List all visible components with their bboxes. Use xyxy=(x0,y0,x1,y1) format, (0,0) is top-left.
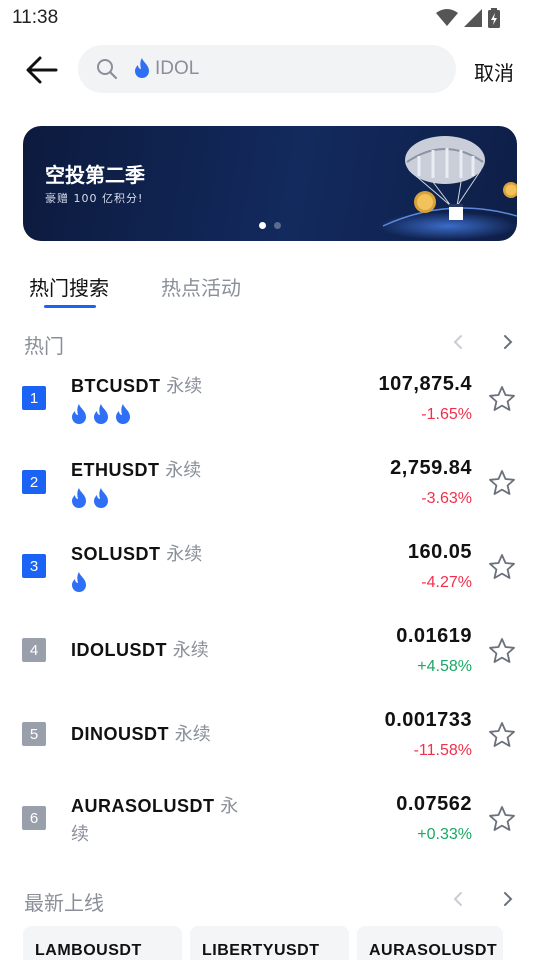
heat-flames xyxy=(71,488,109,508)
fire-icon xyxy=(72,572,86,592)
hot-next-button[interactable] xyxy=(498,332,518,352)
banner-dot[interactable] xyxy=(274,222,281,229)
last-price: 0.01619 xyxy=(396,625,472,647)
wifi-icon xyxy=(436,9,458,26)
pair-symbol: BTCUSDT xyxy=(71,376,161,396)
new-listings-row: LAMBOUSDT LIBERTYUSDT AURASOLUSDT xyxy=(23,926,503,960)
search-input[interactable] xyxy=(155,45,435,93)
banner-pagination xyxy=(259,222,281,229)
hot-nav-arrows xyxy=(448,332,518,352)
tab-active-indicator xyxy=(44,305,96,308)
star-icon[interactable] xyxy=(488,385,516,413)
pair-symbol: AURASOLUSDT xyxy=(71,796,215,816)
star-icon[interactable] xyxy=(488,553,516,581)
new-listing-card[interactable]: LIBERTYUSDT xyxy=(190,926,349,960)
last-price: 107,875.4 xyxy=(378,373,472,395)
rank-badge: 6 xyxy=(22,806,46,830)
pair-name: ETHUSDT 永续 xyxy=(71,456,261,485)
banner-title: 空投第二季 xyxy=(45,163,145,187)
last-price: 0.001733 xyxy=(384,709,472,731)
pair-symbol: IDOLUSDT xyxy=(71,640,167,660)
list-item[interactable]: 5 DINOUSDT 永续 0.001733 -11.58% xyxy=(0,692,540,776)
pair-name: DINOUSDT 永续 xyxy=(71,720,261,749)
pair-symbol: DINOUSDT xyxy=(71,724,169,744)
pair-name: SOLUSDT 永续 xyxy=(71,540,261,569)
cancel-button[interactable]: 取消 xyxy=(474,57,514,86)
new-listings-nav-arrows xyxy=(448,889,518,909)
back-button[interactable] xyxy=(22,50,62,90)
heat-flames xyxy=(71,404,131,424)
signal-icon xyxy=(464,9,482,27)
list-item[interactable]: 1 BTCUSDT 永续 107,875.4 -1.65% xyxy=(0,356,540,440)
list-item[interactable]: 2 ETHUSDT 永续 2,759.84 -3.63% xyxy=(0,440,540,524)
rank-badge: 1 xyxy=(22,386,46,410)
new-listing-card[interactable]: LAMBOUSDT xyxy=(23,926,182,960)
new-listings-title: 最新上线 xyxy=(24,891,104,915)
tab-hot-events[interactable]: 热点活动 xyxy=(161,272,241,301)
chevron-right-icon xyxy=(504,892,513,906)
new-listings-prev-button[interactable] xyxy=(448,889,468,909)
chevron-left-icon xyxy=(453,892,462,906)
star-icon[interactable] xyxy=(488,721,516,749)
star-icon[interactable] xyxy=(488,637,516,665)
fire-icon xyxy=(116,404,130,424)
last-price: 0.07562 xyxy=(396,793,472,815)
price-change: -11.58% xyxy=(413,742,472,759)
star-icon[interactable] xyxy=(488,805,516,833)
search-icon xyxy=(97,59,118,80)
fire-icon xyxy=(94,404,108,424)
rank-badge: 5 xyxy=(22,722,46,746)
fire-icon xyxy=(94,488,108,508)
list-item[interactable]: 3 SOLUSDT 永续 160.05 -4.27% xyxy=(0,524,540,608)
chevron-right-icon xyxy=(504,335,513,349)
star-icon[interactable] xyxy=(488,469,516,497)
new-listing-card[interactable]: AURASOLUSDT xyxy=(357,926,503,960)
fire-icon xyxy=(72,404,86,424)
pair-type: 永续 xyxy=(172,640,209,661)
list-item[interactable]: 4 IDOLUSDT 永续 0.01619 +4.58% xyxy=(0,608,540,692)
price-change: -1.65% xyxy=(421,406,472,423)
rank-badge: 2 xyxy=(22,470,46,494)
pair-type: 永续 xyxy=(166,544,203,565)
pair-type: 永续 xyxy=(165,460,202,481)
airdrop-illustration xyxy=(378,136,517,240)
pair-name: BTCUSDT 永续 xyxy=(71,372,261,401)
new-listings-next-button[interactable] xyxy=(498,889,518,909)
price-change: -4.27% xyxy=(421,574,472,591)
fire-icon xyxy=(135,58,149,78)
price-change: +4.58% xyxy=(417,658,472,675)
hot-section-title: 热门 xyxy=(24,334,64,358)
pair-type: 永续 xyxy=(166,376,203,397)
battery-icon xyxy=(488,8,500,28)
pair-name: AURASOLUSDT 永续 xyxy=(71,792,251,849)
status-time: 11:38 xyxy=(12,7,59,28)
pair-name: IDOLUSDT 永续 xyxy=(71,636,261,665)
chevron-left-icon xyxy=(453,335,462,349)
pair-symbol: ETHUSDT xyxy=(71,460,160,480)
hot-prev-button[interactable] xyxy=(448,332,468,352)
status-icons xyxy=(436,8,500,28)
list-item[interactable]: 6 AURASOLUSDT 永续 0.07562 +0.33% xyxy=(0,776,540,860)
search-box[interactable] xyxy=(78,45,456,93)
banner-subtitle: 豪赠 100 亿积分! xyxy=(45,192,144,205)
banner-dot-active[interactable] xyxy=(259,222,266,229)
pair-type: 永续 xyxy=(174,724,211,745)
tab-hot-search[interactable]: 热门搜索 xyxy=(29,272,109,301)
pair-symbol: SOLUSDT xyxy=(71,544,161,564)
status-bar: 11:38 xyxy=(0,0,540,36)
price-change: +0.33% xyxy=(417,826,472,843)
back-arrow-icon xyxy=(26,56,58,84)
heat-flames xyxy=(71,572,87,592)
rank-badge: 3 xyxy=(22,554,46,578)
rank-badge: 4 xyxy=(22,638,46,662)
fire-icon xyxy=(72,488,86,508)
promo-banner[interactable]: 空投第二季 豪赠 100 亿积分! xyxy=(23,126,517,241)
last-price: 160.05 xyxy=(407,541,472,563)
last-price: 2,759.84 xyxy=(390,457,472,479)
price-change: -3.63% xyxy=(421,490,472,507)
